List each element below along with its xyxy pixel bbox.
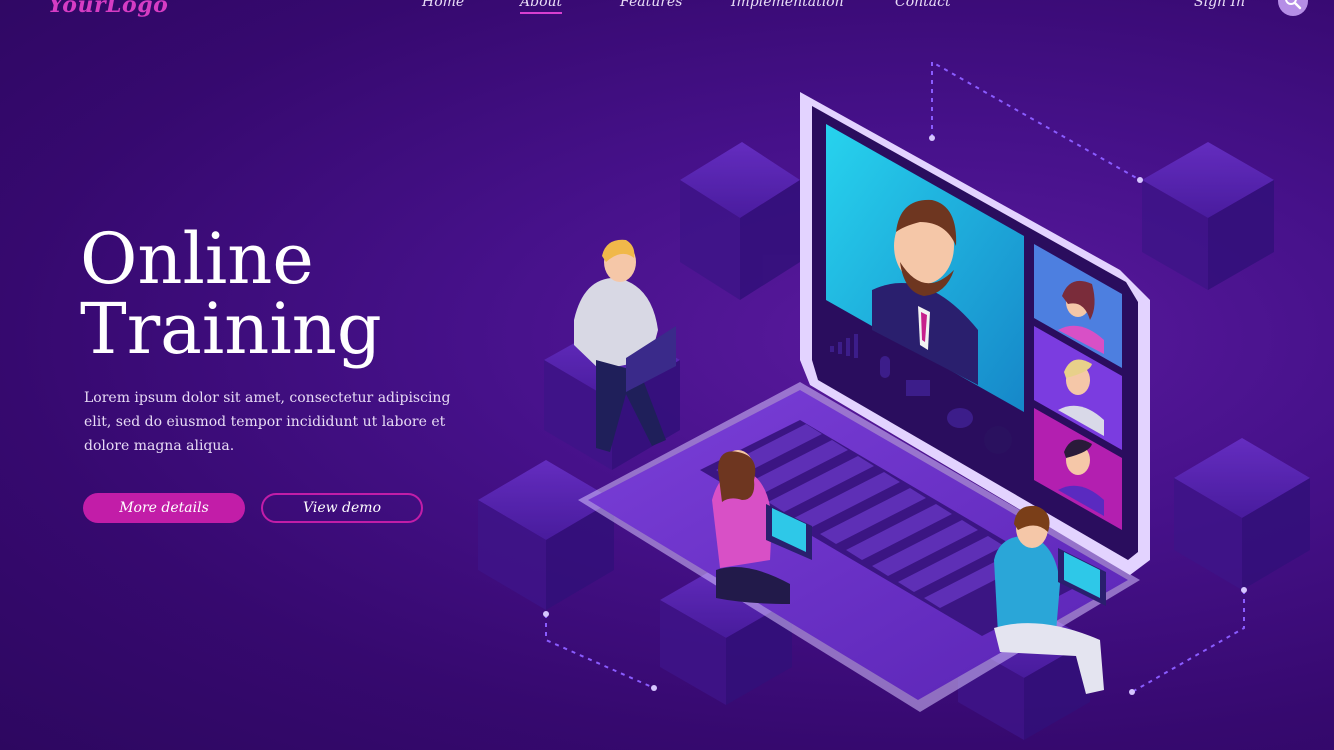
online-training-illustration <box>478 60 1310 740</box>
hero-title-line-2: Training <box>80 288 382 370</box>
sign-in-link[interactable]: Sign In <box>1194 0 1245 10</box>
more-details-button[interactable]: More details <box>83 493 245 523</box>
nav-about[interactable]: About <box>520 0 563 14</box>
view-demo-button[interactable]: View demo <box>261 493 423 523</box>
search-icon <box>1285 0 1302 10</box>
hero-title-line-1: Online <box>80 218 314 300</box>
hero-description: Lorem ipsum dolor sit amet, consectetur … <box>84 390 451 454</box>
nav-implementation[interactable]: Implementation <box>731 0 844 10</box>
nav-features[interactable]: Features <box>620 0 682 10</box>
nav-contact[interactable]: Contact <box>895 0 951 10</box>
nav-home[interactable]: Home <box>422 0 464 10</box>
main-nav: Home About Features Implementation Conta… <box>0 0 1334 16</box>
hero-title: Online Training <box>80 224 382 364</box>
